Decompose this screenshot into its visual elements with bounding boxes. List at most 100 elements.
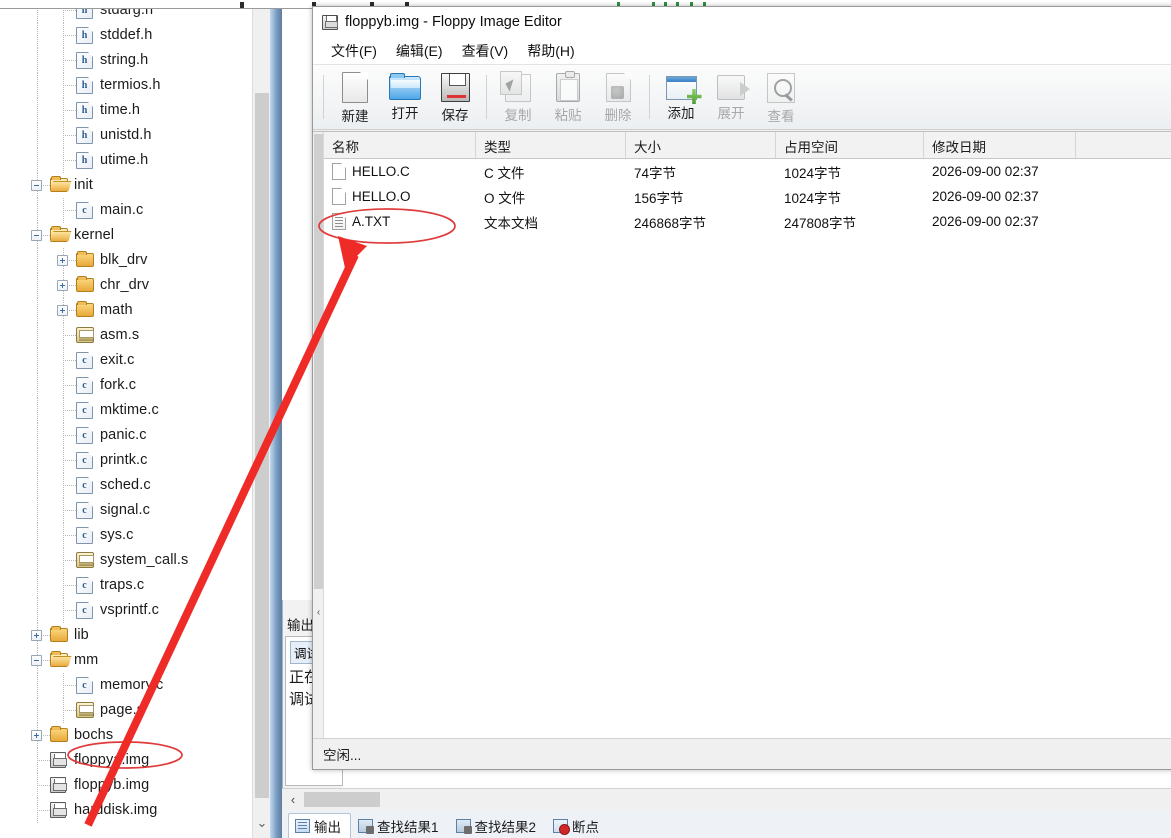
tree-item-string-h[interactable]: h string.h (0, 48, 252, 73)
file-type-letter: h (81, 55, 88, 66)
tree-item-math[interactable]: math (0, 298, 252, 323)
c-file-icon: c (76, 527, 93, 544)
asm-file-icon (76, 327, 94, 343)
tree-item-exit-c[interactable]: c exit.c (0, 348, 252, 373)
blank-document-icon (332, 163, 346, 180)
tree-item-blk-drv[interactable]: blk_drv (0, 248, 252, 273)
window-titlebar[interactable]: floppyb.img - Floppy Image Editor (313, 7, 1171, 37)
tree-expand-icon[interactable] (57, 305, 68, 316)
tree-item-stdarg-h[interactable]: h stdarg.h (0, 9, 252, 23)
tree-scroll-down-button[interactable]: ⌄ (253, 808, 271, 838)
tree-item-page-s[interactable]: page.s (0, 698, 252, 723)
column-header-1[interactable]: 类型 (476, 132, 626, 158)
tree-item-memory-c[interactable]: c memory.c (0, 673, 252, 698)
table-row[interactable]: HELLO.C C 文件 74字节 1024字节 2026-09-00 02:37 (324, 159, 1171, 184)
tree-item-system-call-s[interactable]: system_call.s (0, 548, 252, 573)
bottom-tab-1[interactable]: 查找结果1 (351, 813, 449, 838)
tree-expand-icon[interactable] (57, 255, 68, 266)
toolbar[interactable]: 新建 打开 保存 复制 粘贴 删除 添加 展开 查看 (313, 64, 1171, 130)
tree-scrollbar-thumb[interactable] (255, 93, 269, 798)
menu-item-help[interactable]: 帮助(H) (519, 39, 582, 63)
ide-hscroll-thumb[interactable] (304, 792, 380, 807)
ide-bottom-tabbar[interactable]: 输出 查找结果1 查找结果2 断点 (282, 810, 1171, 838)
tree-item-sys-c[interactable]: c sys.c (0, 523, 252, 548)
tree-item-stddef-h[interactable]: h stddef.h (0, 23, 252, 48)
tree-item-main-c[interactable]: c main.c (0, 198, 252, 223)
tree-item-label: lib (74, 627, 89, 643)
file-type-letter: h (81, 155, 88, 166)
tree-item-utime-h[interactable]: h utime.h (0, 148, 252, 173)
tree-item-vsprintf-c[interactable]: c vsprintf.c (0, 598, 252, 623)
tree-item-termios-h[interactable]: h termios.h (0, 73, 252, 98)
toolbar-button-open[interactable]: 打开 (380, 67, 430, 127)
file-type-letter: c (82, 405, 87, 416)
bottom-tab-2[interactable]: 查找结果2 (449, 813, 547, 838)
column-header-filler[interactable] (1076, 132, 1171, 158)
column-header-2[interactable]: 大小 (626, 132, 776, 158)
tree-item-panic-c[interactable]: c panic.c (0, 423, 252, 448)
toolbar-button-add[interactable]: 添加 (656, 67, 706, 127)
tree-item-signal-c[interactable]: c signal.c (0, 498, 252, 523)
tree-vertical-scrollbar[interactable]: ⌄ (252, 9, 270, 838)
menu-item-file[interactable]: 文件(F) (323, 39, 385, 63)
file-list-scrollbar-thumb[interactable] (314, 134, 323, 589)
toolbar-button-save[interactable]: 保存 (430, 67, 480, 127)
tree-item-chr-drv[interactable]: chr_drv (0, 273, 252, 298)
table-row[interactable]: A.TXT 文本文档 246868字节 247808字节 2026-09-00 02:3… (324, 209, 1171, 234)
tree-item-label: mm (74, 652, 99, 668)
tree-item-lib[interactable]: lib (0, 623, 252, 648)
tree-item-unistd-h[interactable]: h unistd.h (0, 123, 252, 148)
column-header-0[interactable]: 名称 (324, 132, 476, 158)
table-row[interactable]: HELLO.O O 文件 156字节 1024字节 2026-09-00 02:37 (324, 184, 1171, 209)
file-list-vertical-scrollbar[interactable]: ‹ (313, 132, 324, 738)
tree-item-kernel[interactable]: kernel (0, 223, 252, 248)
floppy-image-editor-window[interactable]: floppyb.img - Floppy Image Editor 文件(F) 编… (312, 6, 1171, 770)
tree-item-mm[interactable]: mm (0, 648, 252, 673)
tree-collapse-icon[interactable] (31, 655, 42, 666)
tree-item-asm-s[interactable]: asm.s (0, 323, 252, 348)
file-type-letter: h (81, 130, 88, 141)
file-list-header[interactable]: 名称 类型 大小 占用空间 修改日期 (324, 132, 1171, 159)
file-list-area[interactable]: ‹ 名称 类型 大小 占用空间 修改日期 HELLO.C C 文件 74字节 1024字节 20… (313, 131, 1171, 738)
column-header-4[interactable]: 修改日期 (924, 132, 1076, 158)
file-list-body[interactable]: HELLO.C C 文件 74字节 1024字节 2026-09-00 02:37 HEL… (324, 159, 1171, 234)
tree-item-traps-c[interactable]: c traps.c (0, 573, 252, 598)
file-list[interactable]: 名称 类型 大小 占用空间 修改日期 HELLO.C C 文件 74字节 1024字节 2026… (324, 132, 1171, 738)
menu-item-edit[interactable]: 编辑(E) (388, 39, 451, 63)
bottom-tab-3[interactable]: 断点 (546, 813, 609, 838)
scroll-left-arrow-icon[interactable]: ‹ (282, 792, 304, 807)
tree-item-init[interactable]: init (0, 173, 252, 198)
bottom-tab-0[interactable]: 输出 (288, 813, 351, 838)
tree-elbow (63, 485, 76, 486)
column-header-3[interactable]: 占用空间 (776, 132, 924, 158)
file-type-letter: c (82, 580, 87, 591)
menu-item-view[interactable]: 查看(V) (454, 39, 517, 63)
tree-expand-icon[interactable] (31, 630, 42, 641)
tree-collapse-icon[interactable] (31, 180, 42, 191)
c-file-icon: c (76, 352, 93, 369)
tree-item-fork-c[interactable]: c fork.c (0, 373, 252, 398)
tree-item-label: stddef.h (100, 27, 153, 43)
tree-collapse-icon[interactable] (31, 230, 42, 241)
menubar[interactable]: 文件(F) 编辑(E) 查看(V) 帮助(H) (313, 37, 1171, 64)
tree-elbow (63, 135, 76, 136)
tree-expand-icon[interactable] (31, 730, 42, 741)
tree-item-floppya-img[interactable]: floppya.img (0, 748, 252, 773)
tree-item-bochs[interactable]: bochs (0, 723, 252, 748)
tree-item-floppyb-img[interactable]: floppyb.img (0, 773, 252, 798)
tree-expand-icon[interactable] (57, 280, 68, 291)
file-list-scroll-left-button[interactable]: ‹ (313, 604, 324, 620)
folder-icon (50, 626, 68, 642)
tree-item-harddisk-img[interactable]: harddisk.img (0, 798, 252, 823)
tree-item-printk-c[interactable]: c printk.c (0, 448, 252, 473)
tree-item-label: chr_drv (100, 277, 150, 293)
ide-horizontal-scrollbar[interactable]: ‹ (282, 788, 1171, 810)
project-tree-panel[interactable]: h stdarg.h h stddef.h h string.h h termios.h h ti… (0, 9, 252, 838)
tree-item-sched-c[interactable]: c sched.c (0, 473, 252, 498)
toolbar-button-new[interactable]: 新建 (330, 67, 380, 127)
tree-guide-line (37, 598, 38, 623)
tree-item-time-h[interactable]: h time.h (0, 98, 252, 123)
status-text: 空闲... (323, 748, 362, 763)
tree-item-mktime-c[interactable]: c mktime.c (0, 398, 252, 423)
tree-elbow (63, 410, 76, 411)
